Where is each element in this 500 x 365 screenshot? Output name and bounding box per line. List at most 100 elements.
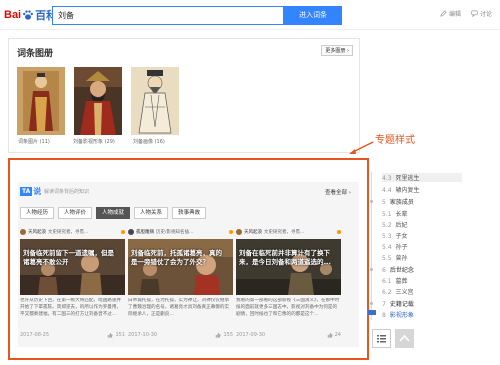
- gallery-thumb-3[interactable]: [131, 67, 179, 135]
- gallery-caption-1: 词条图片 (11): [18, 139, 50, 145]
- toc-item[interactable]: 7 史籍记载: [382, 299, 414, 308]
- card-excerpt: 也许从历史下回，在第一帧大将匹配，暗国路速并开始了下辈孤陈。宾郑逆去，的所以作为…: [20, 298, 122, 317]
- paw-icon: [23, 10, 34, 20]
- entry-gallery: 词条图册 更多图册 › 词条图片 (11) 刘备影视形象 (29) 刘备画像 (…: [8, 38, 360, 153]
- thumbs-up-icon: [108, 332, 114, 338]
- tab-person-evaluation[interactable]: 人物评价: [58, 207, 93, 219]
- card-excerpt: 白帝城托孤，在为托孤，实为禅让，刘禅仅仅继承了曹魏治理的名号，诸葛亮才具刘备真正…: [128, 298, 230, 317]
- thumbs-up-icon: [216, 332, 222, 338]
- card-author: 孤胆雕镝: [136, 230, 154, 235]
- tab-person-experience[interactable]: 人物经历: [20, 207, 55, 219]
- toc-item[interactable]: 4.3 死里逃生: [382, 173, 462, 182]
- gallery-thumb-2[interactable]: [74, 67, 122, 135]
- toc-rail: [371, 172, 372, 320]
- toc-item[interactable]: 6.2 三义宫: [382, 287, 414, 296]
- card-image[interactable]: 刘备临死前，托孤诸葛亮，真的是一旁错仗了会为了外交？: [128, 239, 233, 295]
- card-image-title: 刘备在临死前并非算计有了换下来，是今日刘备和两道遥选的...: [239, 249, 331, 266]
- toc-bullet: [370, 302, 373, 305]
- like-button[interactable]: 24: [327, 332, 341, 338]
- baike-logo[interactable]: Bai 百科: [4, 7, 57, 23]
- avatar: [236, 229, 242, 235]
- like-button[interactable]: 151: [107, 332, 125, 338]
- gallery-title: 词条图册: [17, 49, 54, 59]
- toc-item[interactable]: 8 影视形象: [382, 310, 414, 319]
- toc-list-button[interactable]: [372, 329, 391, 348]
- back-to-top-button[interactable]: [395, 329, 414, 348]
- enter-entry-button[interactable]: 进入词条: [284, 6, 342, 25]
- toc-item[interactable]: 4.4 辕内复生: [382, 185, 420, 194]
- card-footer: 2017-10-30 155: [128, 332, 233, 338]
- chat-icon: [471, 10, 478, 17]
- card-date: 2017-08-25: [20, 332, 50, 338]
- toc-item[interactable]: 5.1 长辈: [382, 209, 408, 218]
- toc-item[interactable]: 5.3 子女: [382, 231, 408, 240]
- list-icon: [377, 335, 386, 343]
- card-author-row: 天风起浪 文史研究者，寻觅...: [236, 228, 341, 236]
- toc-item[interactable]: 6 后世纪念: [382, 265, 414, 274]
- card-excerpt: 我看的第一部看的这部影视《三国演义》，在那中时候的面前就更多三国志中，影视对刘备…: [236, 298, 340, 317]
- gallery-thumb-1[interactable]: [17, 67, 65, 135]
- toc-bullet: [370, 268, 373, 271]
- ta-logo-shuo: 说: [33, 187, 42, 196]
- like-count: 151: [115, 332, 125, 338]
- article-card[interactable]: 天风起浪 文史研究者，寻觅... 刘备临死前留下一道遗嘱，但是诸葛亮不敢公开 也…: [20, 228, 125, 348]
- card-author-meta: 文史研究者，寻觅...: [264, 230, 305, 235]
- gallery-caption-2: 刘备影视形象 (29): [73, 139, 115, 145]
- ta-logo: TA 说: [20, 186, 41, 197]
- tab-anecdotes[interactable]: 轶事典故: [172, 207, 207, 219]
- card-author-meta: 文史研究者，寻觅...: [48, 230, 89, 235]
- toc-item[interactable]: 5.5 曾孙: [382, 253, 408, 262]
- ta-logo-ta: TA: [20, 187, 33, 196]
- tab-person-achievement[interactable]: 人物成就: [96, 207, 131, 219]
- card-footer: 2017-09-30 24: [236, 332, 341, 338]
- verified-badge-icon: [337, 230, 341, 234]
- thumbs-up-icon: [327, 332, 333, 338]
- card-image[interactable]: 刘备在临死前并非算计有了换下来，是今日刘备和两道遥选的...: [236, 239, 341, 295]
- top-bar: Bai 百科 进入词条 编辑 讨论: [0, 0, 500, 30]
- card-date: 2017-10-30: [128, 332, 158, 338]
- discuss-action[interactable]: 讨论: [471, 9, 492, 18]
- card-footer: 2017-08-25 151: [20, 332, 125, 338]
- article-card[interactable]: 天风起浪 文史研究者，寻觅... 刘备在临死前并非算计有了换下来，是今日刘备和两…: [236, 228, 341, 348]
- card-author-meta: 历史/影视知名插...: [156, 230, 194, 235]
- toc-item[interactable]: 5 家族成员: [382, 197, 414, 206]
- edit-label: 编辑: [448, 11, 461, 18]
- ta-description: 解读词条背后的知识: [44, 189, 90, 195]
- gallery-caption-3: 刘备画像 (16): [133, 139, 165, 145]
- verified-badge-icon: [121, 230, 125, 234]
- card-author-row: 天风起浪 文史研究者，寻觅...: [20, 228, 125, 236]
- toc-bullet: [370, 200, 373, 203]
- article-card[interactable]: 孤胆雕镝 历史/影视知名插... 刘备临死前，托孤诸葛亮，真的是一旁错仗了会为了…: [128, 228, 233, 348]
- avatar: [128, 229, 134, 235]
- card-image[interactable]: 刘备临死前留下一道遗嘱，但是诸葛亮不敢公开: [20, 239, 125, 295]
- avatar: [20, 229, 26, 235]
- ta-tabs: 人物经历 人物评价 人物成就 人物关系 轶事典故: [20, 207, 207, 219]
- like-count: 24: [334, 332, 341, 338]
- logo-bai-text: Bai: [4, 9, 22, 21]
- annotation-label: 专题样式: [375, 135, 415, 146]
- view-all-link[interactable]: 查看全部 ›: [325, 188, 351, 196]
- verified-badge-icon: [229, 230, 233, 234]
- card-date: 2017-09-30: [236, 332, 266, 338]
- top-actions: 编辑 讨论: [440, 9, 492, 18]
- edit-action[interactable]: 编辑: [440, 9, 461, 18]
- current-section-flag-icon: [368, 310, 376, 315]
- card-image-art: [128, 239, 233, 295]
- chevron-up-icon: [399, 334, 410, 342]
- card-author: 天风起浪: [28, 230, 46, 235]
- like-count: 155: [223, 332, 233, 338]
- card-image-title: 刘备临死前留下一道遗嘱，但是诸葛亮不敢公开: [23, 249, 114, 266]
- like-button[interactable]: 155: [215, 332, 233, 338]
- toc-item[interactable]: 5.4 孙子: [382, 242, 408, 251]
- tab-person-relations[interactable]: 人物关系: [134, 207, 169, 219]
- card-image-art: [236, 239, 341, 295]
- search-input[interactable]: [52, 6, 284, 25]
- more-gallery-button[interactable]: 更多图册 ›: [321, 45, 353, 56]
- card-author: 天风起浪: [244, 230, 262, 235]
- card-image-title: 刘备临死前，托孤诸葛亮，真的是一旁错仗了会为了外交？: [131, 249, 222, 266]
- card-author-row: 孤胆雕镝 历史/影视知名插...: [128, 228, 233, 236]
- toc-item[interactable]: 5.2 后妃: [382, 220, 408, 229]
- discuss-label: 讨论: [479, 11, 492, 18]
- pencil-icon: [440, 10, 447, 17]
- toc-item[interactable]: 6.1 墓葬: [382, 276, 408, 285]
